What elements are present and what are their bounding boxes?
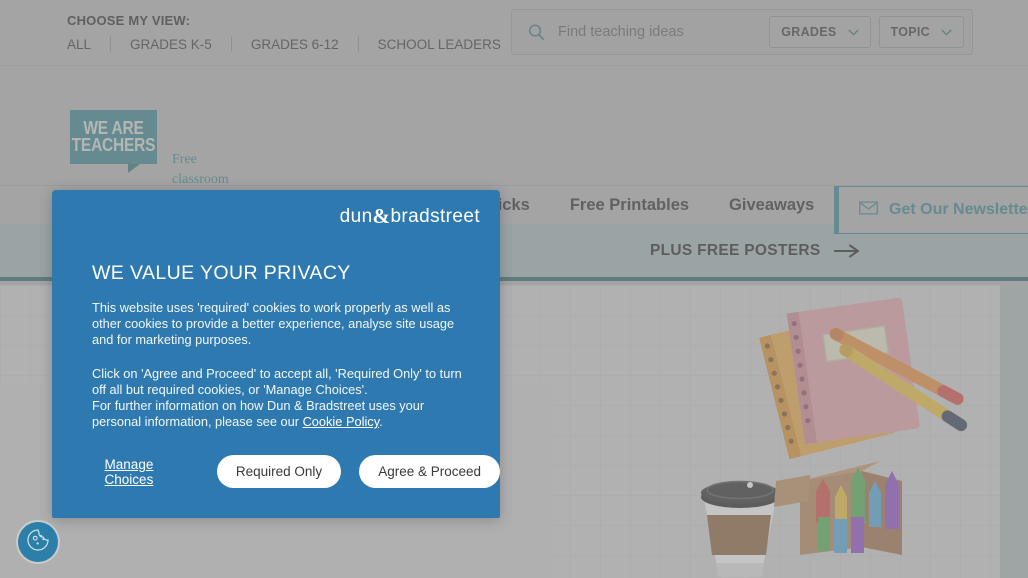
topic-dropdown[interactable]: TOPIC [878,16,964,48]
privacy-paragraph-1: This website uses 'required' cookies to … [92,300,455,348]
divider [110,36,112,52]
privacy-paragraph-2b-post: . [379,414,383,430]
grades-dropdown[interactable]: GRADES [769,16,871,48]
privacy-paragraph-2: Click on 'Agree and Proceed' to accept a… [92,366,464,431]
utility-bar: CHOOSE MY VIEW: ALL GRADES K-5 GRADES 6-… [0,0,1028,66]
masthead: WE ARE TEACHERS Free classroom resources… [0,66,1028,248]
search-icon [526,22,546,42]
view-link-all[interactable]: ALL [67,37,91,52]
get-newsletter-button[interactable]: Get Our Newsletter [834,186,1028,234]
chevron-down-icon [847,29,859,36]
dun-bradstreet-logo: dun&bradstreet [340,204,480,229]
logo-ribbon-tail [128,164,140,173]
cookie-icon [25,527,51,558]
divider [357,36,359,52]
choose-my-view: CHOOSE MY VIEW: [67,12,190,30]
logo-banner: WE ARE TEACHERS [70,110,157,164]
dialog-actions: Manage Choices Required Only Agree & Pro… [92,455,500,488]
manage-choices-button[interactable]: Manage Choices [92,457,166,487]
view-link-grades-k5[interactable]: GRADES K-5 [130,37,212,52]
dialog-title: WE VALUE YOUR PRIVACY [92,262,351,284]
agree-and-proceed-button[interactable]: Agree & Proceed [359,455,500,488]
promo-cta-label: PLUS FREE POSTERS [650,241,821,259]
view-link-grades-6-12[interactable]: GRADES 6-12 [251,37,339,52]
site-logo[interactable]: WE ARE TEACHERS [70,110,157,173]
get-newsletter-label: Get Our Newsletter [889,201,1028,218]
chevron-down-icon [941,29,952,36]
search-bar: GRADES TOPIC [511,9,973,55]
privacy-paragraph-2a: Click on 'Agree and Proceed' to accept a… [92,365,462,397]
cookie-settings-button[interactable] [18,522,58,562]
cookie-policy-link[interactable]: Cookie Policy [303,414,380,429]
grades-dropdown-label: GRADES [781,25,837,39]
topic-dropdown-label: TOPIC [890,25,930,39]
hero-illustration [701,285,1028,578]
choose-my-view-label: CHOOSE MY VIEW: [67,13,191,28]
brand-part-2: bradstreet [390,206,480,227]
divider [230,36,232,52]
search-input[interactable] [558,24,770,40]
nav-item-giveaways[interactable]: Giveaways [729,196,814,215]
logo-line-2: TEACHERS [71,135,156,156]
page-right-gutter [1000,285,1028,578]
arrow-right-icon [834,244,860,258]
page-root: CHOOSE MY VIEW: ALL GRADES K-5 GRADES 6-… [0,0,1028,578]
nav-item-free-printables[interactable]: Free Printables [570,196,689,215]
brand-part-1: dun [339,206,373,227]
envelope-icon [859,200,878,220]
required-only-button[interactable]: Required Only [216,455,342,488]
dialog-body: This website uses 'required' cookies to … [92,300,464,430]
promo-cta[interactable]: PLUS FREE POSTERS [650,242,860,260]
view-link-school-leaders[interactable]: SCHOOL LEADERS [378,37,501,52]
brand-ampersand: & [372,204,391,228]
view-filter-links: ALL GRADES K-5 GRADES 6-12 SCHOOL LEADER… [67,36,501,52]
privacy-consent-dialog: dun&bradstreet WE VALUE YOUR PRIVACY Thi… [52,190,500,518]
